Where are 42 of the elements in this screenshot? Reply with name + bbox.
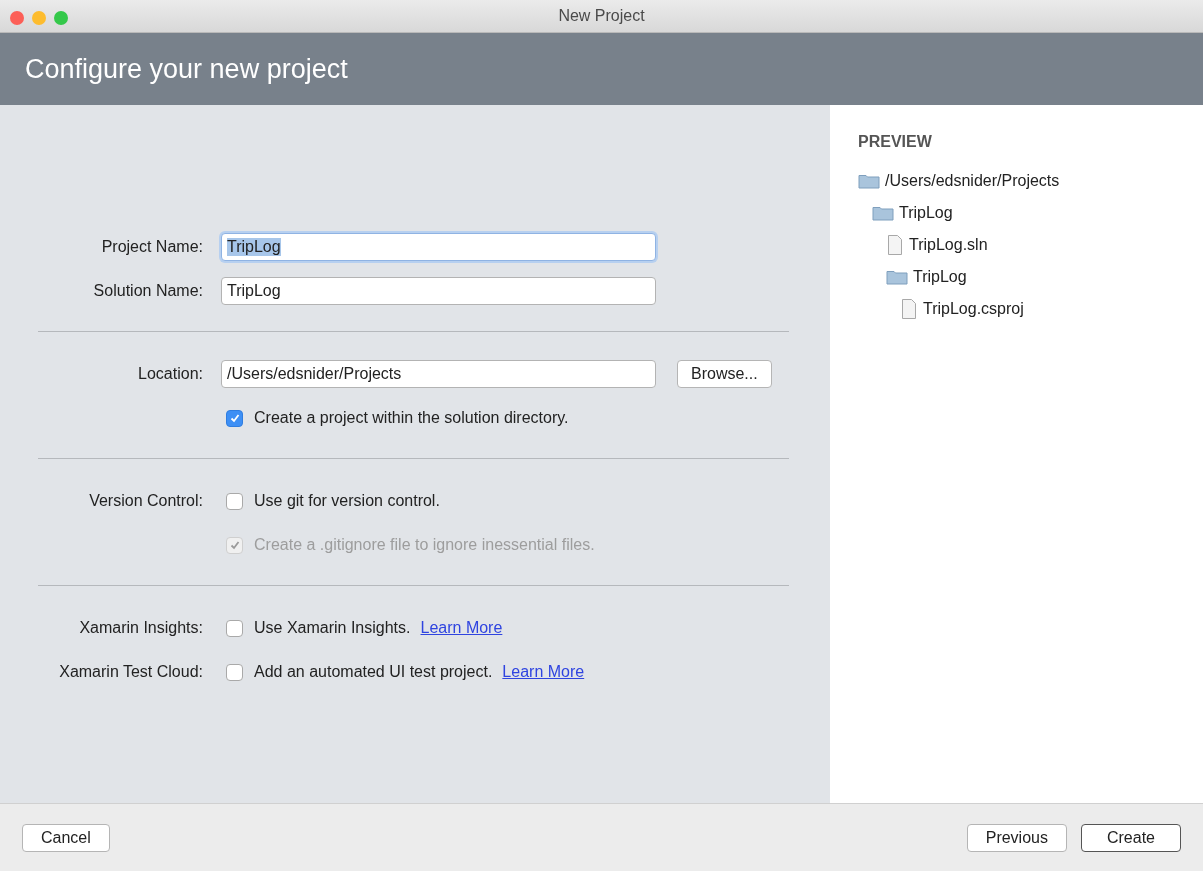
checkbox[interactable] (226, 619, 243, 637)
checkbox-label: Create a .gitignore file to ignore inessential files. (254, 536, 595, 554)
window-title: New Project (558, 7, 645, 25)
checkbox-label: Add an automated UI test project. (254, 663, 493, 681)
tree-item[interactable]: TripLog (899, 204, 953, 222)
learn-more-link[interactable]: Learn More (420, 619, 503, 637)
checkbox-label: Use git for version control. (254, 492, 440, 510)
field-label: Project Name: (101, 238, 203, 255)
tree-item[interactable]: TripLog.csproj (923, 300, 1024, 318)
field-label: Version Control: (89, 492, 203, 509)
field-label: Location: (138, 365, 203, 382)
field-label: Xamarin Test Cloud: (59, 663, 203, 680)
field-label: Solution Name: (93, 282, 203, 299)
checkbox[interactable] (226, 663, 243, 681)
footer-button[interactable]: Cancel (22, 823, 110, 852)
tree-item[interactable]: TripLog.sln (909, 236, 988, 254)
minimize-button[interactable] (32, 11, 46, 25)
checkmark-icon (228, 539, 241, 551)
input-field[interactable]: TripLog (221, 233, 656, 261)
folder-icon (886, 269, 908, 285)
file-icon (900, 299, 918, 319)
checkbox[interactable] (226, 409, 243, 427)
tree-item[interactable]: /Users/edsnider/Projects (885, 172, 1060, 190)
checkbox-label: Use Xamarin Insights. (254, 619, 411, 637)
field-label: Xamarin Insights: (79, 619, 203, 636)
checkbox-label: Create a project within the solution directory. (254, 409, 569, 427)
close-button[interactable] (10, 11, 24, 25)
browse-button[interactable]: Browse... (677, 360, 772, 388)
file-icon (886, 235, 904, 255)
checkbox[interactable] (226, 492, 243, 510)
tree-item[interactable]: TripLog (913, 268, 967, 286)
checkmark-icon (228, 412, 241, 424)
input-field[interactable]: /Users/edsnider/Projects (221, 360, 656, 388)
page-heading: Configure your new project (25, 53, 348, 85)
folder-icon (872, 205, 894, 221)
footer-button[interactable]: Create (1080, 823, 1181, 852)
preview-heading: PREVIEW (858, 133, 932, 151)
learn-more-link[interactable]: Learn More (502, 663, 585, 681)
zoom-button[interactable] (54, 11, 68, 25)
folder-icon (858, 173, 880, 189)
footer-button[interactable]: Previous (966, 823, 1067, 852)
input-field[interactable]: TripLog (221, 277, 656, 305)
